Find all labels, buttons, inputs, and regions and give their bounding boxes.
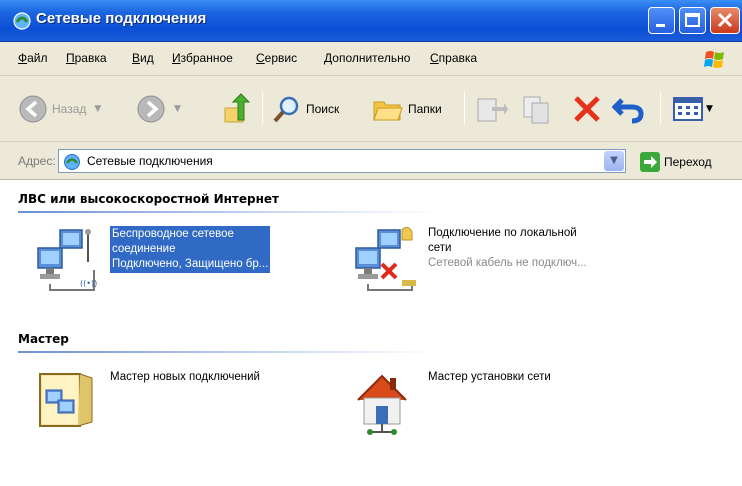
back-dropdown-icon[interactable]: ▼ [94,104,101,114]
connection-lan-text: Подключение по локальной сети Сетевой ка… [428,226,587,271]
undo-icon [612,98,644,124]
folders-label: Папки [408,102,442,116]
network-connections-icon [64,154,80,170]
search-label: Поиск [306,102,340,116]
back-label: Назад [52,102,87,116]
menu-edit[interactable]: Правка [66,51,107,65]
title-bar: Сетевые подключения [0,0,742,42]
go-label: Переход [664,155,712,169]
undo-button[interactable] [612,90,644,128]
back-arrow-icon [19,95,47,123]
window-title: Сетевые подключения [36,10,207,27]
views-icon [673,97,703,121]
address-value: Сетевые подключения [87,154,213,168]
connection-status: Подключено, Защищено бр... [112,258,269,270]
wireless-connection-icon: ((•)) [37,229,97,291]
connection-wireless[interactable]: ((•)) Беспроводное сетевое соединение По… [34,226,271,296]
wizard-network-setup[interactable]: Мастер установки сети [352,370,551,440]
go-arrow-icon [640,152,660,172]
menu-favorites[interactable]: Избранное [172,51,233,65]
search-button[interactable]: Поиск [272,90,339,128]
menu-bar: Файл Правка Вид Избранное Сервис Дополни… [0,42,742,76]
toolbar-separator [464,92,465,124]
toolbar: Назад ▼ ▼ Поиск Папки ▼ [0,76,742,142]
delete-button[interactable] [572,90,602,128]
delete-icon [574,96,600,122]
menu-advanced[interactable]: Дополнительно [324,51,410,65]
connection-status: Сетевой кабель не подключ... [428,257,587,269]
address-label: Адрес: [18,154,56,168]
copy-to-button[interactable] [522,90,556,128]
minimize-button[interactable] [648,7,675,34]
connection-name: Беспроводное сетевое [112,228,234,240]
up-folder-icon [224,93,251,123]
forward-dropdown-icon[interactable]: ▼ [174,104,181,114]
address-dropdown-icon[interactable]: ▼ [604,151,624,171]
folders-button[interactable]: Папки [372,90,442,128]
toolbar-separator [262,92,263,124]
move-to-icon [477,98,508,122]
connection-name-cont: сети [428,242,452,254]
close-button[interactable] [710,7,740,34]
group-title-wizard: Мастер [18,332,69,346]
up-folder-button[interactable] [222,90,252,128]
connection-wireless-text: Беспроводное сетевое соединение Подключе… [110,226,271,273]
group-divider [18,211,438,213]
minimize-icon [656,24,665,27]
move-to-button[interactable] [474,90,508,128]
close-icon [717,12,733,28]
address-input[interactable]: Сетевые подключения ▼ [58,149,626,173]
maximize-button[interactable] [679,7,706,34]
forward-arrow-icon [137,95,165,123]
connection-lan[interactable]: Подключение по локальной сети Сетевой ка… [352,226,587,296]
network-setup-wizard-icon [357,374,407,435]
svg-text:((•)): ((•)) [80,279,97,288]
menu-tools[interactable]: Сервис [256,51,297,65]
go-button[interactable]: Переход [640,152,712,172]
copy-to-icon [523,96,549,124]
wizard-name: Мастер новых подключений [110,371,260,383]
wizard-new-connection[interactable]: Мастер новых подключений [34,370,260,440]
windows-logo-icon [704,51,724,68]
back-button[interactable]: Назад ▼ [18,90,101,128]
menu-view[interactable]: Вид [132,51,154,65]
views-dropdown-icon[interactable]: ▼ [706,104,713,114]
views-button[interactable]: ▼ [672,90,713,128]
content-pane: ЛВС или высокоскоростной Интернет ((•)) … [0,180,742,486]
group-title-lan: ЛВС или высокоскоростной Интернет [18,192,279,206]
menu-file[interactable]: Файл [18,51,48,65]
new-connection-wizard-icon [39,373,93,427]
folders-icon [373,101,403,121]
menu-help[interactable]: Справка [430,51,477,65]
forward-button[interactable]: ▼ [136,90,181,128]
connection-name: Подключение по локальной [428,227,577,239]
connection-name-cont: соединение [112,243,176,255]
lan-disconnected-icon [355,226,416,291]
maximize-icon [685,13,700,27]
group-divider [18,351,438,353]
toolbar-separator [660,92,661,124]
search-icon [273,96,299,123]
wizard-name: Мастер установки сети [428,371,551,383]
address-bar: Адрес: Сетевые подключения ▼ Переход [0,142,742,180]
network-connections-icon [13,12,31,30]
